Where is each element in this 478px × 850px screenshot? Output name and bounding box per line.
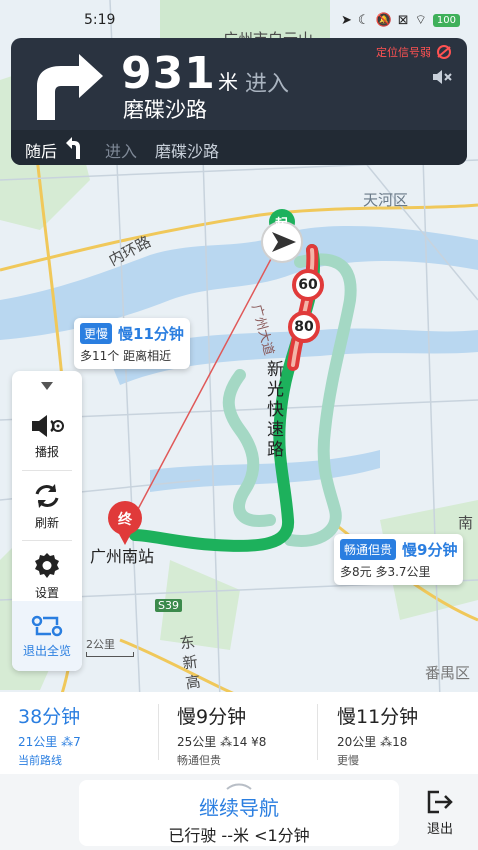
route-time: 慢11分钟 (337, 706, 419, 728)
distance-unit: 米 (218, 70, 238, 94)
volume-mute-icon[interactable] (431, 68, 453, 86)
next-maneuver-bar: 随后 进入 磨碟沙路 (11, 130, 467, 165)
exit-overview-button[interactable]: 退出全览 (12, 601, 82, 671)
distance-value: 931 (121, 48, 216, 99)
route-option-current[interactable]: 38分钟 21公里 ⁂7 当前路线 (0, 692, 159, 774)
route-option-slower[interactable]: 慢11分钟 20公里 ⁂18 更慢 (319, 692, 478, 774)
mute-status-icon: 🔕 (375, 12, 392, 28)
exit-navigation-button[interactable]: 退出 (414, 790, 466, 842)
map-label-tianhe: 天河区 (363, 191, 409, 209)
continue-navigation-button[interactable]: 继续导航 已行驶 --米 <1分钟 (79, 780, 399, 846)
route-tag: 更慢 (80, 323, 113, 344)
map-label-xinguang: 新光快速路 (267, 360, 284, 460)
route-note: 更慢 (337, 754, 359, 767)
alt-route-bubble-toll[interactable]: 畅通但贵 慢9分钟 多8元 多3.7公里 (334, 534, 464, 585)
speed-limit-sign: 80 (288, 311, 320, 343)
gps-signal-icon (437, 45, 451, 59)
gps-weak-label: 定位信号弱 (376, 46, 431, 59)
turn-left-icon (66, 137, 80, 159)
chevron-down-icon (41, 382, 53, 390)
collapse-toolbar-button[interactable] (12, 371, 82, 401)
route-time: 慢9分钟 (177, 706, 247, 728)
map-scale-bar (86, 652, 134, 657)
route-note: 畅通但贵 (177, 754, 221, 767)
route-delay: 慢9分钟 (402, 541, 458, 559)
refresh-button[interactable]: 刷新 (12, 471, 82, 541)
location-icon: ➤ (341, 12, 352, 28)
then-label: 随后 (25, 142, 58, 161)
start-pin-label: 起 (275, 217, 289, 232)
route-distance: 21公里 ⁂7 (18, 735, 81, 749)
then-action: 进入 (105, 142, 138, 161)
map-toolbar: 播报 刷新 设置 退出全览 (12, 371, 82, 671)
exit-icon (427, 790, 453, 814)
alt-route-bubble-slower[interactable]: 更慢 慢11分钟 多11个 距离相近 (74, 318, 190, 369)
broadcast-label: 播报 (34, 444, 59, 459)
then-road-name: 磨碟沙路 (155, 142, 220, 161)
route-distance: 25公里 ⁂14 ¥8 (177, 735, 267, 749)
map-scale-label: 2公里 (86, 638, 115, 651)
next-road-name: 磨碟沙路 (123, 98, 207, 122)
map-label-nan: 南 (458, 514, 474, 532)
route-option-toll[interactable]: 慢9分钟 25公里 ⁂14 ¥8 畅通但贵 (159, 692, 318, 774)
continue-navigation-label: 继续导航 (199, 796, 279, 820)
speaker-icon (32, 414, 64, 437)
navigation-guidance-card[interactable]: 931 米 进入 磨碟沙路 定位信号弱 随后 进入 磨碟沙路 (11, 38, 467, 165)
wifi-icon: ⌔ (414, 13, 427, 28)
route-overview-icon (31, 615, 63, 636)
exit-label: 退出 (426, 822, 453, 837)
gps-weak-indicator: 定位信号弱 (376, 44, 453, 60)
signal-icon: ⊠ (397, 12, 409, 28)
end-pin-label: 终 (118, 512, 132, 528)
route-note: 当前路线 (18, 754, 62, 767)
speed-limit-sign: 60 (292, 269, 324, 301)
map-label-s39: S39 (155, 599, 182, 612)
action-word: 进入 (245, 72, 290, 97)
turn-right-icon (37, 54, 103, 120)
status-time: 5:19 (84, 12, 116, 28)
status-icons: ➤ ☾ 🔕 ⊠ ⌔ 100 (341, 12, 460, 28)
traveled-status: 已行驶 --米 <1分钟 (168, 826, 310, 845)
route-detail: 多8元 多3.7公里 (340, 565, 431, 579)
route-delay: 慢11分钟 (118, 325, 184, 343)
refresh-icon (35, 483, 59, 508)
broadcast-button[interactable]: 播报 (12, 401, 82, 471)
route-time: 38分钟 (18, 706, 81, 728)
route-tag: 畅通但贵 (340, 539, 397, 560)
battery-icon: 100 (432, 13, 460, 27)
refresh-label: 刷新 (34, 515, 59, 530)
map-label-nan-station: 广州南站 (90, 547, 155, 566)
route-options-panel: 38分钟 21公里 ⁂7 当前路线 慢9分钟 25公里 ⁂14 ¥8 畅通但贵 … (0, 692, 478, 774)
bottom-bar: 继续导航 已行驶 --米 <1分钟 退出 (0, 774, 478, 850)
moon-icon: ☾ (357, 12, 370, 28)
status-bar: 5:19 ➤ ☾ 🔕 ⊠ ⌔ 100 (0, 0, 478, 36)
route-distance: 20公里 ⁂18 (337, 735, 408, 749)
route-detail: 多11个 距离相近 (80, 349, 172, 363)
drag-handle-icon[interactable] (226, 782, 252, 790)
settings-label: 设置 (34, 585, 59, 600)
gear-icon (35, 552, 59, 578)
exit-overview-label: 退出全览 (22, 643, 71, 658)
map-label-panyu: 番禺区 (425, 664, 471, 682)
